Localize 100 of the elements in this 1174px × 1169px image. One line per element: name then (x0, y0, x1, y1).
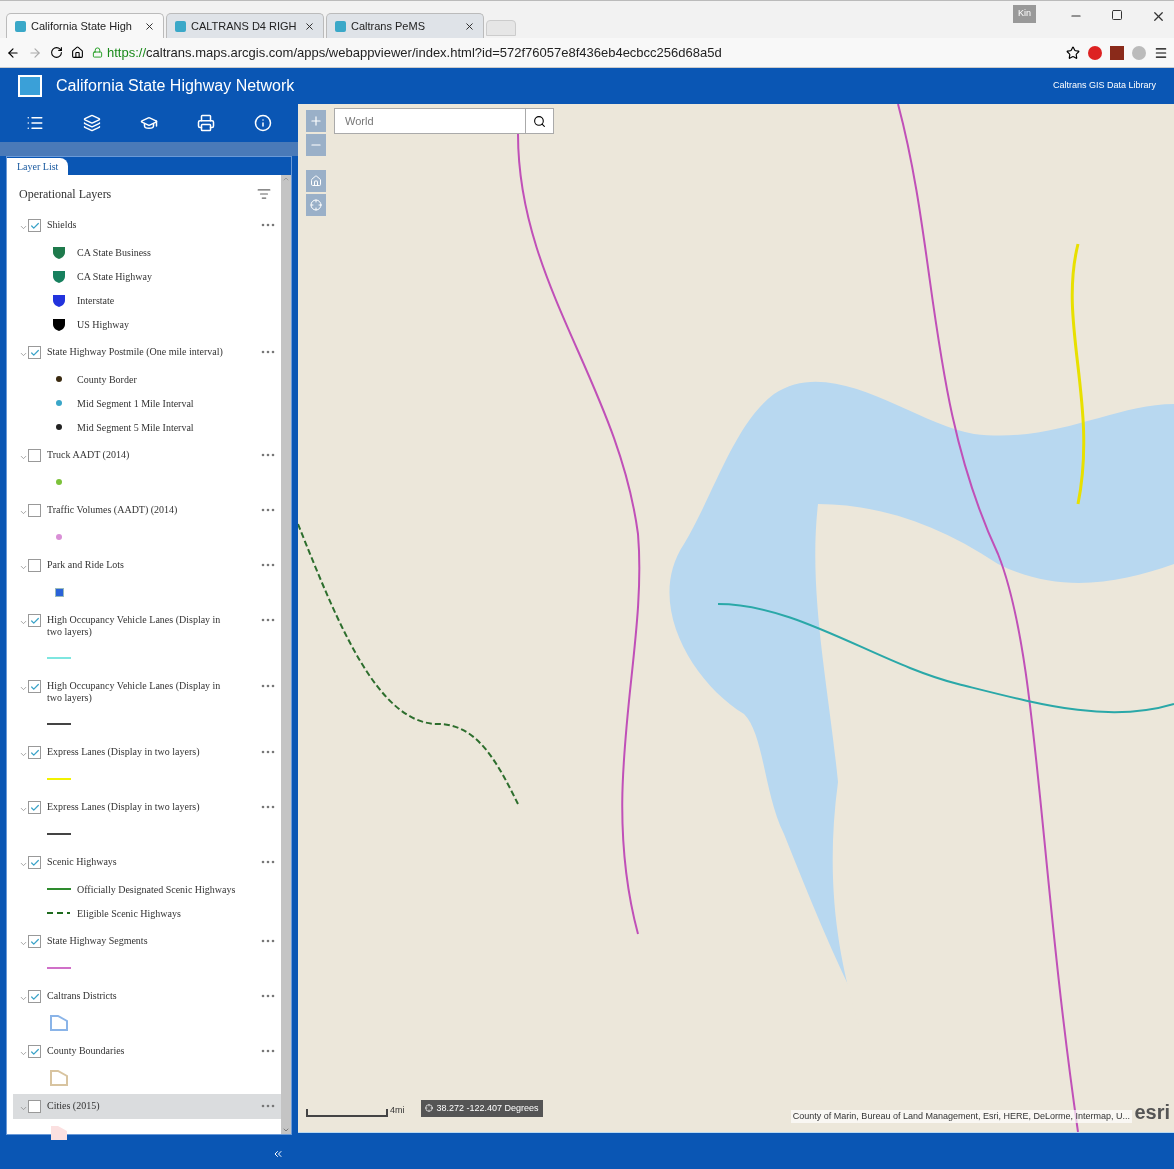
layer-row[interactable]: High Occupancy Vehicle Lanes (Display in two layers) (13, 674, 281, 710)
lock-icon (92, 47, 103, 58)
layer-checkbox[interactable] (28, 504, 41, 517)
layer-checkbox[interactable] (28, 680, 41, 693)
expand-icon[interactable] (19, 1049, 28, 1058)
expand-icon[interactable] (19, 860, 28, 869)
more-options-icon[interactable] (261, 860, 275, 864)
layer-checkbox[interactable] (28, 746, 41, 759)
expand-icon[interactable] (19, 350, 28, 359)
browser-tab[interactable]: California State High (6, 13, 164, 38)
collapse-icon[interactable] (272, 1148, 284, 1160)
more-options-icon[interactable] (261, 563, 275, 567)
legend-icon[interactable] (139, 114, 158, 132)
reload-icon[interactable] (50, 46, 63, 59)
expand-icon[interactable] (19, 453, 28, 462)
extension-icon[interactable] (1110, 45, 1124, 60)
layer-checkbox[interactable] (28, 801, 41, 814)
plus-icon (309, 114, 323, 128)
layer-checkbox[interactable] (28, 559, 41, 572)
bookmark-star-icon[interactable] (1066, 45, 1080, 60)
layer-checkbox[interactable] (28, 449, 41, 462)
more-options-icon[interactable] (261, 939, 275, 943)
home-icon[interactable] (71, 46, 84, 59)
expand-icon[interactable] (19, 508, 28, 517)
expand-icon[interactable] (19, 1104, 28, 1113)
layer-checkbox[interactable] (28, 614, 41, 627)
layer-checkbox[interactable] (28, 1045, 41, 1058)
scroll-down-icon[interactable] (282, 1126, 290, 1134)
close-icon[interactable] (304, 20, 315, 32)
back-icon[interactable] (6, 45, 20, 60)
layer-row[interactable]: State Highway Postmile (One mile interval) (13, 340, 281, 365)
expand-icon[interactable] (19, 618, 28, 627)
search-icon (533, 114, 546, 128)
more-options-icon[interactable] (261, 1049, 275, 1053)
more-options-icon[interactable] (261, 508, 275, 512)
expand-icon[interactable] (19, 750, 28, 759)
layer-label: High Occupancy Vehicle Lanes (Display in two layers) (47, 614, 222, 638)
print-icon[interactable] (197, 114, 216, 132)
more-options-icon[interactable] (261, 750, 275, 754)
layer-row[interactable]: Park and Ride Lots (13, 553, 281, 578)
layer-row[interactable]: Truck AADT (2014) (13, 443, 281, 468)
scroll-up-icon[interactable] (282, 175, 290, 183)
search-button[interactable] (526, 108, 554, 134)
scrollbar[interactable] (281, 175, 291, 1134)
layer-row[interactable]: County Boundaries (13, 1039, 281, 1064)
more-options-icon[interactable] (261, 684, 275, 688)
layer-row[interactable]: Shields (13, 213, 281, 238)
layer-label: Cities (2015) (47, 1100, 101, 1112)
expand-icon[interactable] (19, 223, 28, 232)
expand-icon[interactable] (19, 939, 28, 948)
layer-checkbox[interactable] (28, 856, 41, 869)
layer-label: Express Lanes (Display in two layers) (47, 746, 201, 758)
layer-row[interactable]: Express Lanes (Display in two layers) (13, 740, 281, 765)
layer-row[interactable]: Cities (2015) (13, 1094, 281, 1119)
more-options-icon[interactable] (261, 350, 275, 354)
expand-icon[interactable] (19, 994, 28, 1003)
more-options-icon[interactable] (261, 994, 275, 998)
more-options-icon[interactable] (261, 1104, 275, 1108)
list-icon[interactable] (25, 114, 44, 132)
layer-checkbox[interactable] (28, 990, 41, 1003)
browser-tab[interactable]: Caltrans PeMS (326, 13, 484, 38)
more-options-icon[interactable] (261, 805, 275, 809)
menu-icon[interactable] (1154, 45, 1168, 60)
close-icon[interactable] (464, 20, 475, 32)
layer-row[interactable]: State Highway Segments (13, 929, 281, 954)
layer-checkbox[interactable] (28, 935, 41, 948)
layer-list-tab[interactable]: Layer List (7, 158, 69, 175)
zoom-out-button[interactable] (306, 134, 326, 156)
more-options-icon[interactable] (261, 223, 275, 227)
layer-checkbox[interactable] (28, 219, 41, 232)
zoom-in-button[interactable] (306, 110, 326, 132)
layer-checkbox[interactable] (28, 346, 41, 359)
layer-label: State Highway Postmile (One mile interval) (47, 346, 224, 358)
home-button[interactable] (306, 170, 326, 192)
layer-row[interactable]: Express Lanes (Display in two layers) (13, 795, 281, 820)
more-options-icon[interactable] (261, 453, 275, 457)
expand-icon[interactable] (19, 805, 28, 814)
search-field[interactable]: World (334, 108, 526, 134)
locate-button[interactable] (306, 194, 326, 216)
layer-row[interactable]: Caltrans Districts (13, 984, 281, 1009)
layer-label: Truck AADT (2014) (47, 449, 131, 461)
layer-row[interactable]: High Occupancy Vehicle Lanes (Display in two layers) (13, 608, 281, 644)
legend-label: Interstate (77, 293, 115, 308)
layers-icon[interactable] (82, 114, 101, 132)
layer-row[interactable]: Scenic Highways (13, 850, 281, 875)
maximize-icon[interactable] (1111, 9, 1123, 21)
forward-icon[interactable] (28, 45, 42, 60)
close-icon[interactable] (1151, 9, 1166, 24)
close-icon[interactable] (144, 20, 155, 32)
data-library-link[interactable]: Caltrans GIS Data Library (1052, 79, 1156, 93)
layer-row[interactable]: Traffic Volumes (AADT) (2014) (13, 498, 281, 523)
expand-icon[interactable] (19, 563, 28, 572)
filter-icon[interactable] (257, 187, 271, 201)
layer-checkbox[interactable] (28, 1100, 41, 1113)
info-icon[interactable] (254, 114, 273, 132)
more-options-icon[interactable] (261, 618, 275, 622)
browser-tab[interactable]: CALTRANS D4 RIGH (166, 13, 324, 38)
adblock-icon[interactable] (1088, 45, 1102, 60)
expand-icon[interactable] (19, 684, 28, 693)
locate-icon (310, 199, 322, 211)
